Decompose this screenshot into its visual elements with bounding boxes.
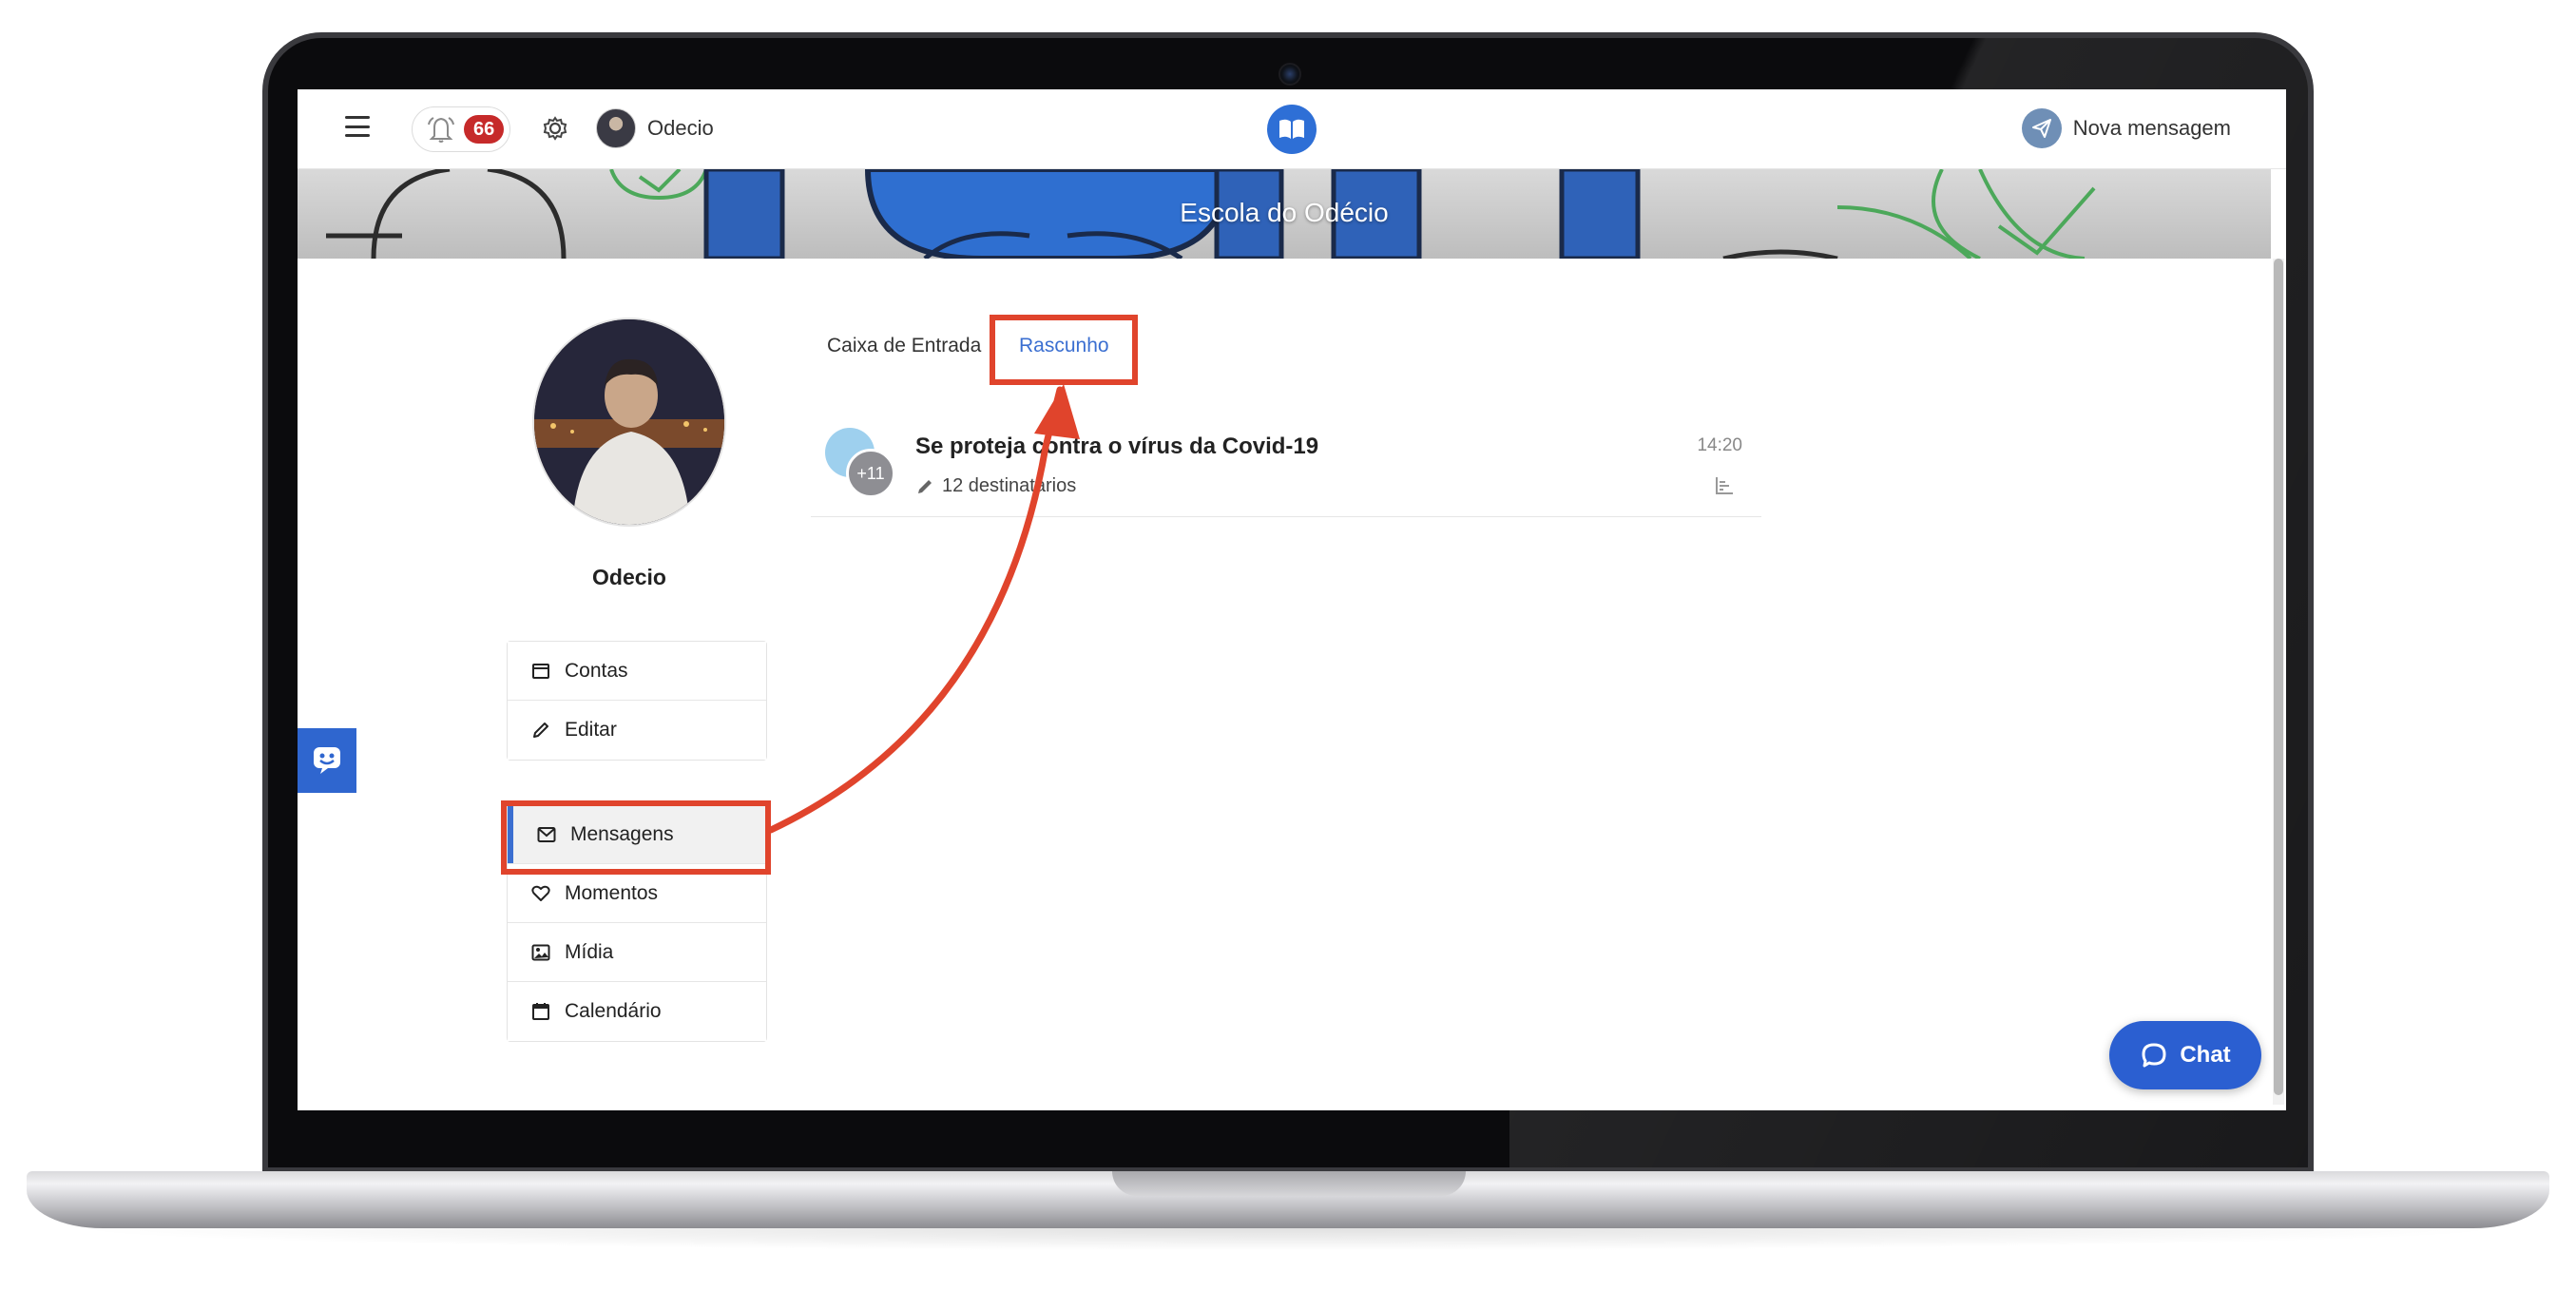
highlight-messages-menu [501, 800, 771, 875]
school-banner: Escola do Odécio [298, 169, 2271, 259]
tab-inbox[interactable]: Caixa de Entrada [827, 335, 981, 357]
profile-photo [534, 319, 724, 525]
menu-item-label: Calendário [565, 1000, 662, 1022]
message-row[interactable]: +11 Se proteja contra o vírus da Covid-1… [811, 413, 1761, 517]
menu-item-label: Contas [565, 659, 628, 682]
notifications-button[interactable]: 66 [412, 106, 510, 152]
open-book-icon [1279, 119, 1304, 139]
message-time: 14:20 [1697, 435, 1742, 455]
chat-bot-icon [314, 747, 340, 774]
menu-item-editar[interactable]: Editar [508, 701, 766, 760]
page-scrollbar[interactable] [2273, 259, 2284, 1105]
image-icon [530, 942, 551, 963]
recipients-label: 12 destinatários [942, 475, 1077, 496]
webcam [1278, 63, 1301, 86]
menu-item-label: Momentos [565, 881, 659, 904]
user-menu[interactable]: Odecio [596, 108, 714, 148]
menu-item-label: Mídia [565, 940, 614, 963]
calendar-icon [530, 1001, 551, 1022]
recipient-count-badge: +11 [846, 449, 895, 498]
top-bar: 66 Odecio Nova mensagem [298, 89, 2286, 169]
profile-name: Odecio [592, 565, 666, 589]
profile-menu-primary: Contas Editar [507, 641, 767, 761]
menu-item-contas[interactable]: Contas [508, 642, 766, 701]
bell-icon [428, 117, 454, 143]
avatar [596, 108, 636, 148]
notification-count-badge: 66 [464, 115, 505, 144]
user-name: Odecio [647, 116, 714, 140]
bar-chart-icon[interactable] [1714, 475, 1735, 496]
message-subject: Se proteja contra o vírus da Covid-19 [915, 434, 1319, 459]
calendar-blank-icon [530, 661, 551, 682]
new-message-label: Nova mensagem [2072, 116, 2231, 140]
gear-icon[interactable] [541, 114, 569, 143]
school-name: Escola do Odécio [1180, 198, 1389, 227]
highlight-draft-tab [990, 315, 1138, 385]
laptop-shadow [57, 1228, 2519, 1251]
laptop-frame: 66 Odecio Nova mensagem Escola do Odécio… [0, 0, 2576, 1291]
laptop-notch [1112, 1171, 1466, 1196]
pencil-icon [918, 479, 932, 493]
menu-item-midia[interactable]: Mídia [508, 923, 766, 982]
menu-item-label: Editar [565, 719, 617, 741]
menu-item-calendario[interactable]: Calendário [508, 982, 766, 1041]
help-widget-button[interactable] [298, 728, 356, 793]
hamburger-menu-icon[interactable] [345, 116, 370, 137]
new-message-button[interactable]: Nova mensagem [2021, 108, 2231, 148]
profile-avatar [532, 318, 726, 527]
pencil-icon [530, 720, 551, 741]
app-logo[interactable] [1267, 105, 1317, 154]
scrollbar-thumb[interactable] [2274, 259, 2283, 1095]
app-screen: 66 Odecio Nova mensagem Escola do Odécio… [298, 89, 2286, 1110]
heart-icon [530, 883, 551, 904]
chat-button[interactable]: Chat [2109, 1021, 2261, 1089]
speech-bubble-icon [2142, 1043, 2166, 1068]
message-recipients: 12 destinatários [915, 475, 1076, 497]
paper-plane-icon [2021, 108, 2062, 148]
chat-label: Chat [2180, 1042, 2231, 1068]
